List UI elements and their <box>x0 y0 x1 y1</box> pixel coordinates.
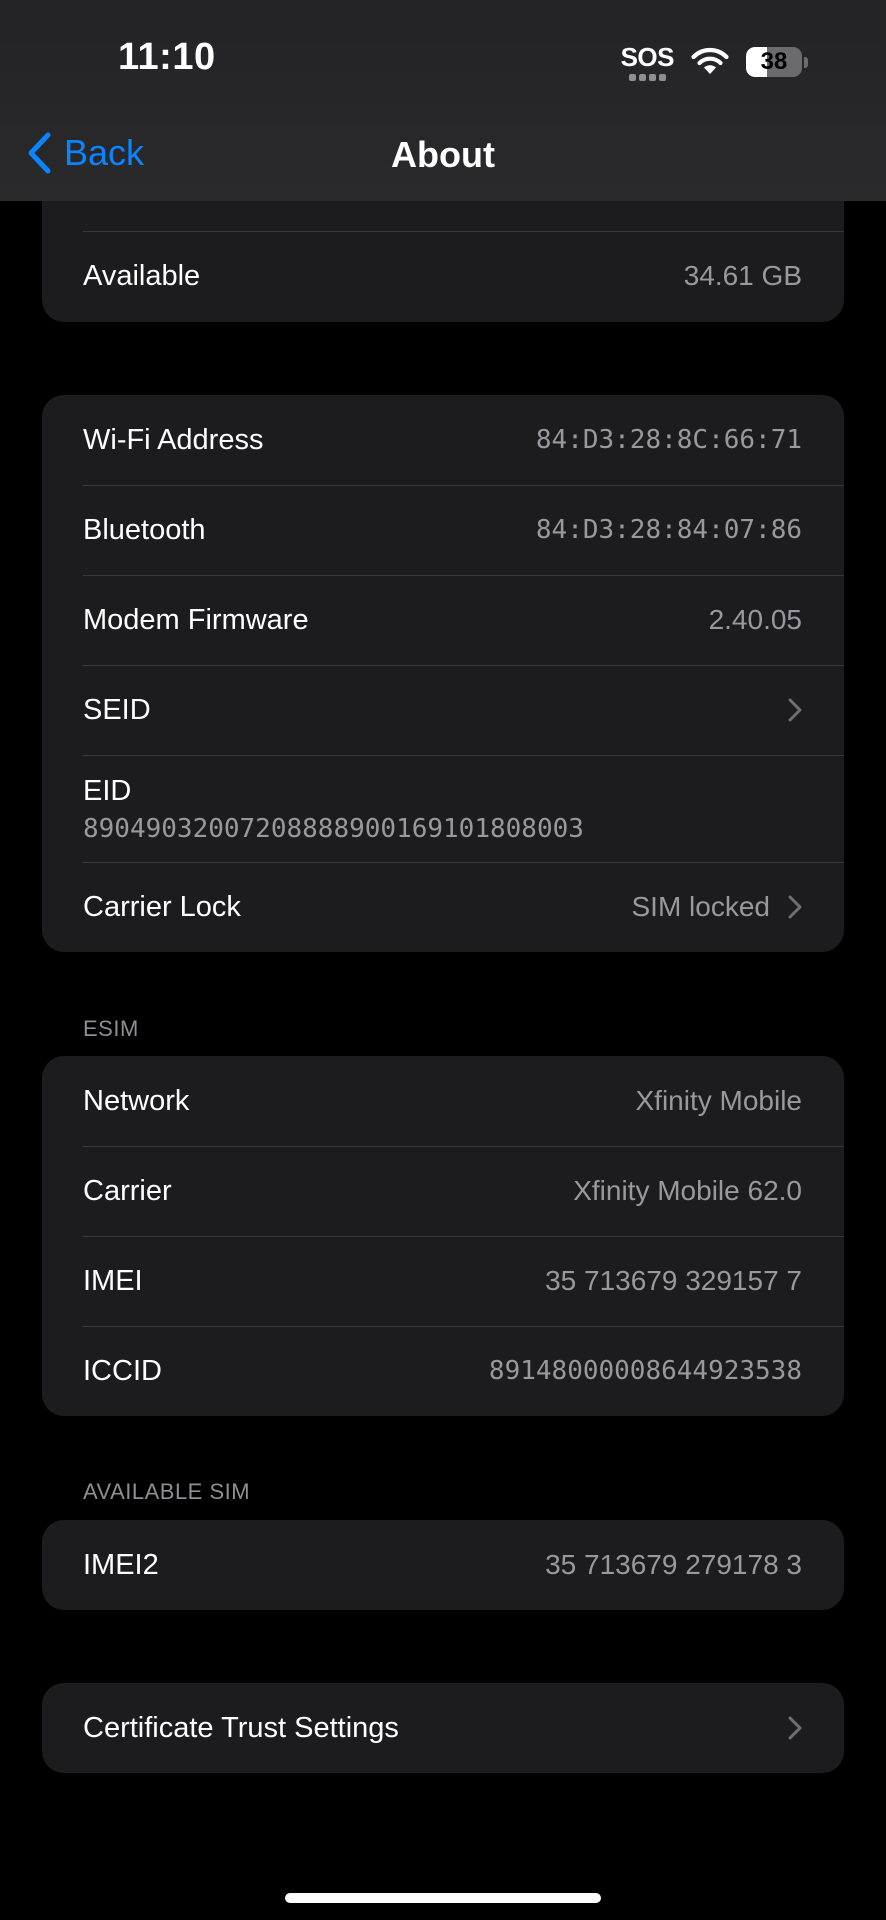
available-row: Available 34.61 GB <box>42 231 844 321</box>
available-sim-group: IMEI2 35 713679 279178 3 <box>42 1520 844 1610</box>
imei-row[interactable]: IMEI 35 713679 329157 7 <box>42 1236 844 1326</box>
iccid-label: ICCID <box>83 1354 162 1387</box>
sos-text: SOS <box>620 41 675 72</box>
battery-icon: 38 <box>746 47 808 77</box>
seid-label: SEID <box>83 693 151 726</box>
bluetooth-value: 84:D3:28:84:07:86 <box>535 515 802 545</box>
modem-firmware-label: Modem Firmware <box>83 603 309 636</box>
hardware-group: Wi-Fi Address 84:D3:28:8C:66:71 Bluetoot… <box>42 395 844 952</box>
signal-dots-icon <box>628 73 666 81</box>
wifi-address-value: 84:D3:28:8C:66:71 <box>535 425 802 455</box>
carrier-lock-label: Carrier Lock <box>83 890 241 923</box>
network-row[interactable]: Network Xfinity Mobile <box>42 1056 844 1146</box>
seid-row[interactable]: SEID <box>42 665 844 755</box>
status-indicators: SOS 38 <box>621 40 808 84</box>
bluetooth-label: Bluetooth <box>83 513 206 546</box>
carrier-value: Xfinity Mobile 62.0 <box>573 1175 802 1206</box>
chevron-right-icon <box>788 1716 802 1740</box>
eid-row[interactable]: EID 89049032007208888900169101808003 <box>42 755 844 862</box>
available-value: 34.61 GB <box>683 260 802 291</box>
home-indicator[interactable] <box>285 1893 601 1903</box>
available-label: Available <box>83 259 201 292</box>
wifi-address-label: Wi-Fi Address <box>83 423 264 456</box>
page-title: About <box>391 134 495 175</box>
modem-firmware-row[interactable]: Modem Firmware 2.40.05 <box>42 575 844 665</box>
carrier-lock-row[interactable]: Carrier Lock SIM locked <box>42 862 844 952</box>
iccid-row[interactable]: ICCID 8914800000864492353​8 <box>42 1326 844 1416</box>
bluetooth-row[interactable]: Bluetooth 84:D3:28:84:07:86 <box>42 485 844 575</box>
status-time: 11:10 <box>118 36 216 78</box>
network-label: Network <box>83 1084 190 1117</box>
certificate-trust-settings-label: Certificate Trust Settings <box>83 1711 399 1744</box>
imei-label: IMEI <box>83 1264 143 1297</box>
carrier-label: Carrier <box>83 1174 172 1207</box>
imei2-label: IMEI2 <box>83 1548 159 1581</box>
sos-indicator: SOS <box>620 41 675 81</box>
certificate-group: Certificate Trust Settings <box>42 1683 844 1773</box>
network-value: Xfinity Mobile <box>635 1085 802 1116</box>
chevron-right-icon <box>788 895 802 919</box>
imei2-row[interactable]: IMEI2 35 713679 279178 3 <box>42 1520 844 1610</box>
wifi-icon <box>691 47 729 74</box>
esim-section-header: ESIM <box>83 1016 139 1041</box>
carrier-lock-value: SIM locked <box>631 891 771 922</box>
about-screen: Available 34.61 GB Wi-Fi Address 84:D3:2… <box>0 0 886 1920</box>
available-sim-section-header: AVAILABLE SIM <box>83 1479 251 1504</box>
imei-value: 35 713679 329157 7 <box>545 1265 802 1296</box>
eid-value: 89049032007208888900169101808003 <box>83 813 584 844</box>
carrier-row[interactable]: Carrier Xfinity Mobile 62.0 <box>42 1146 844 1236</box>
chevron-right-icon <box>788 698 802 722</box>
wifi-address-row[interactable]: Wi-Fi Address 84:D3:28:8C:66:71 <box>42 395 844 485</box>
certificate-trust-settings-row[interactable]: Certificate Trust Settings <box>42 1683 844 1773</box>
imei2-value: 35 713679 279178 3 <box>545 1549 802 1580</box>
navigation-bar: 11:10 SOS 38 Back About <box>0 0 886 201</box>
modem-firmware-value: 2.40.05 <box>708 604 802 635</box>
esim-group: Network Xfinity Mobile Carrier Xfinity M… <box>42 1056 844 1416</box>
eid-label: EID <box>83 774 132 807</box>
iccid-value: 8914800000864492353​8 <box>488 1356 802 1386</box>
battery-level: 38 <box>760 48 788 75</box>
